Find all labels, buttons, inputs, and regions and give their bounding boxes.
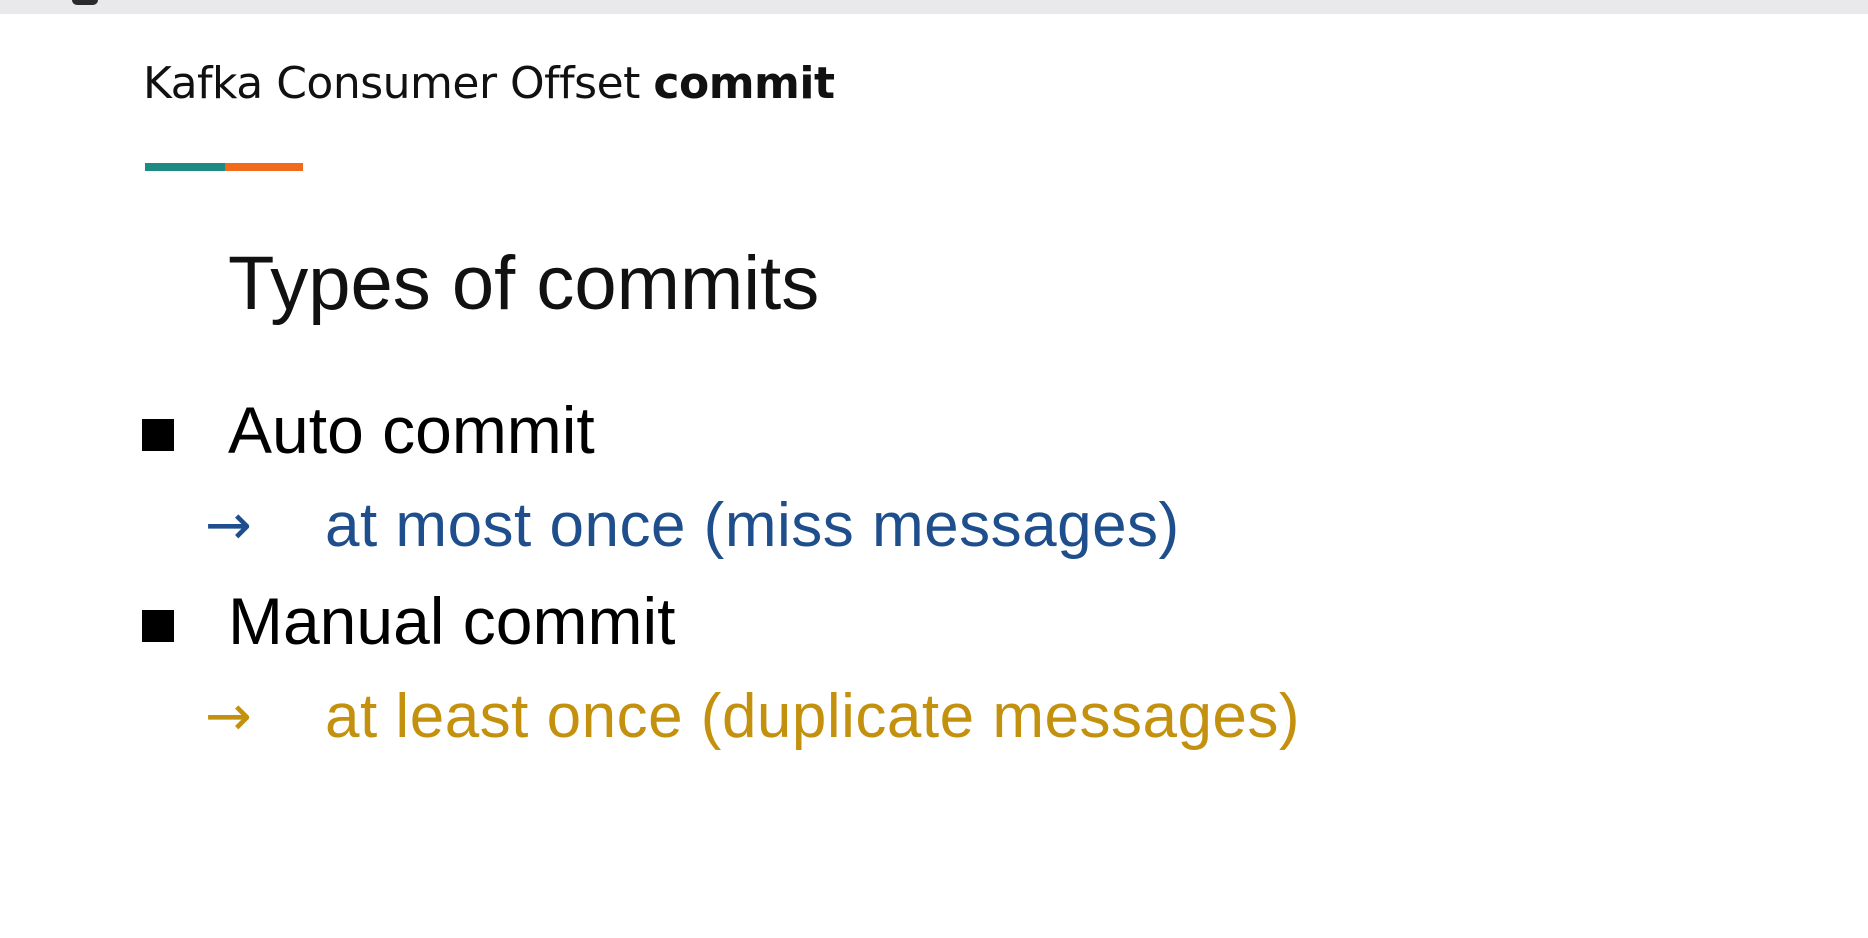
bullet-label: Auto commit [228,393,595,467]
bullet-label: Manual commit [228,584,676,658]
accent-bar-orange [225,163,303,171]
right-arrow-icon: → [205,684,252,749]
accent-bar [145,163,303,171]
bullet-detail-text: at most once (miss messages) [325,491,1180,560]
accent-bar-teal [145,163,225,171]
slide-title-bold: commit [653,58,835,109]
bullet-detail-text: at least once (duplicate messages) [325,682,1301,751]
section-heading: Types of commits [228,241,820,326]
slide-title: Kafka Consumer Offset commit [143,58,835,109]
bullet-detail-auto-commit: → at most once (miss messages) [205,490,1180,561]
corner-mark [72,0,98,5]
bullet-item-manual-commit: Manual commit [142,583,675,659]
bullet-detail-manual-commit: → at least once (duplicate messages) [205,681,1300,752]
bullet-item-auto-commit: Auto commit [142,392,595,468]
bullet-square-icon [142,419,174,451]
top-strip [0,0,1868,14]
right-arrow-icon: → [205,493,252,558]
bullet-square-icon [142,610,174,642]
slide-title-regular: Kafka Consumer Offset [143,58,654,109]
